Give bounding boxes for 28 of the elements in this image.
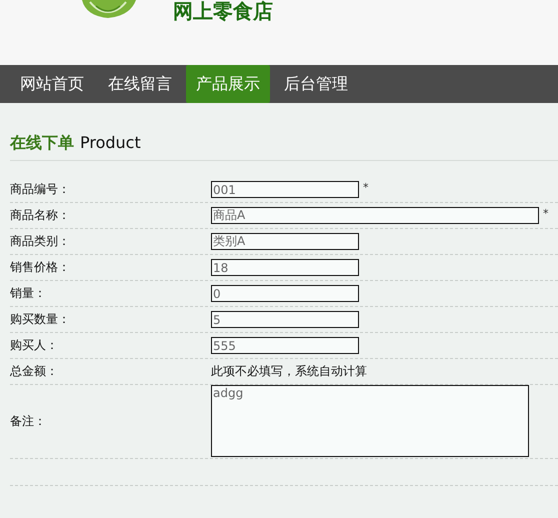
field-label: 总金额： xyxy=(10,363,59,380)
input-field[interactable]: 18 xyxy=(211,259,359,276)
field-label: 购买数量： xyxy=(10,311,71,328)
nav-tab[interactable]: 产品展示 xyxy=(186,65,270,103)
nav-tab[interactable]: 在线留言 xyxy=(98,65,182,103)
site-title: 网上零食店 xyxy=(173,0,273,24)
nav-tab[interactable]: 后台管理 xyxy=(274,65,358,103)
field-label: 销售价格： xyxy=(10,259,71,276)
input-field[interactable]: 5 xyxy=(211,311,359,328)
required-mark: * xyxy=(543,207,548,220)
field-label: 商品类别： xyxy=(10,233,71,250)
section-subtitle: Product xyxy=(80,133,141,152)
input-field[interactable]: 001 xyxy=(211,181,359,198)
input-field[interactable]: 商品A xyxy=(211,207,539,224)
nav-tab[interactable]: 网站首页 xyxy=(10,65,94,103)
field-label: 商品编号： xyxy=(10,181,71,198)
field-label: 备注： xyxy=(10,412,47,430)
input-field[interactable]: 555 xyxy=(211,337,359,354)
remark-field[interactable]: adgg xyxy=(211,385,529,457)
section-title: 在线下单 xyxy=(10,133,74,154)
field-label: 商品名称： xyxy=(10,207,71,224)
field-label: 购买人： xyxy=(10,337,59,354)
required-mark: * xyxy=(363,181,368,194)
field-label: 销量： xyxy=(10,285,47,302)
input-field[interactable]: 0 xyxy=(211,285,359,302)
logo-icon xyxy=(80,0,138,20)
input-field[interactable]: 类别A xyxy=(211,233,359,250)
hint-text: 此项不必填写，系统自动计算 xyxy=(211,363,367,380)
